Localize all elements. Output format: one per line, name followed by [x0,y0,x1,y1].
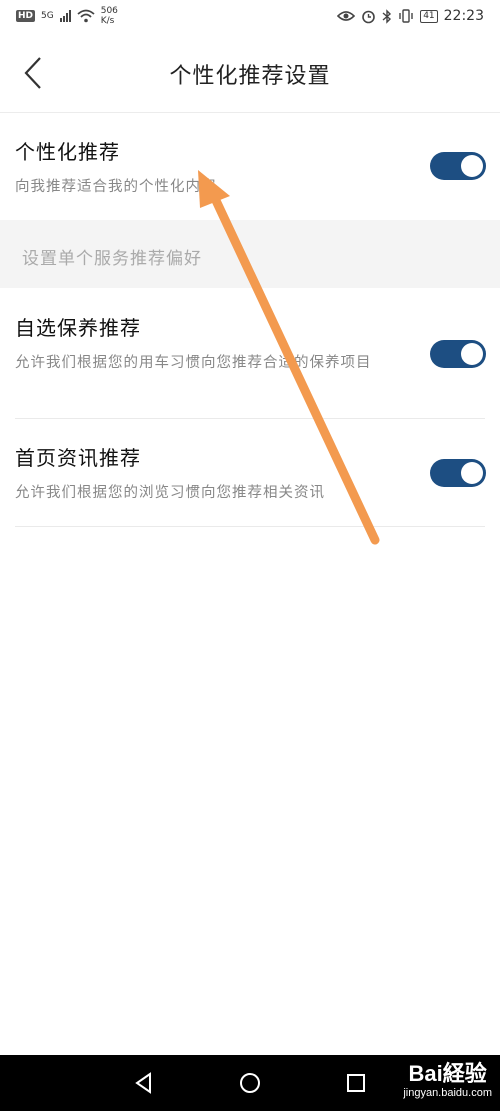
toggle-knob [461,462,483,484]
section-header: 设置单个服务推荐偏好 [0,220,500,288]
section-header-label: 设置单个服务推荐偏好 [22,249,202,269]
setting-title: 首页资讯推荐 [15,446,141,470]
personalized-toggle[interactable] [430,152,486,180]
status-bar: HD 5G 506 K/s 41 22:23 [0,0,500,34]
battery-icon: 41 [420,9,438,23]
page-title: 个性化推荐设置 [169,64,331,89]
app-header: 个性化推荐设置 [0,34,500,113]
network-type: 5G [41,10,54,21]
square-recents-icon[interactable] [344,1071,368,1095]
watermark-url: jingyan.baidu.com [403,1087,492,1099]
divider [15,526,485,527]
eye-icon [337,11,356,21]
toggle-knob [461,155,483,177]
setting-description: 允许我们根据您的浏览习惯向您推荐相关资讯 [15,485,325,501]
setting-title: 自选保养推荐 [15,316,141,340]
setting-row-personalized: 个性化推荐 向我推荐适合我的个性化内容 [0,112,500,218]
toggle-knob [461,343,483,365]
watermark-brand: Bai経验 [408,1061,487,1086]
signal-icon [59,10,71,22]
bluetooth-icon [382,8,392,24]
vibrate-icon [399,9,413,23]
triangle-back-icon[interactable] [132,1071,156,1095]
setting-description: 允许我们根据您的用车习惯向您推荐合适的保养项目 [15,355,372,371]
hd-badge: HD [16,10,36,22]
divider [15,418,485,419]
circle-home-icon[interactable] [238,1071,262,1095]
status-time: 22:23 [443,8,484,24]
news-toggle[interactable] [430,459,486,487]
network-speed: 506 K/s [100,6,118,26]
baidu-watermark: Bai経验 jingyan.baidu.com [403,1061,492,1100]
system-nav-bar: Bai経验 jingyan.baidu.com [0,1055,500,1111]
alarm-icon [362,10,375,23]
maintenance-toggle[interactable] [430,340,486,368]
setting-title: 个性化推荐 [15,140,120,164]
setting-description: 向我推荐适合我的个性化内容 [15,179,217,195]
wifi-icon [77,9,95,23]
